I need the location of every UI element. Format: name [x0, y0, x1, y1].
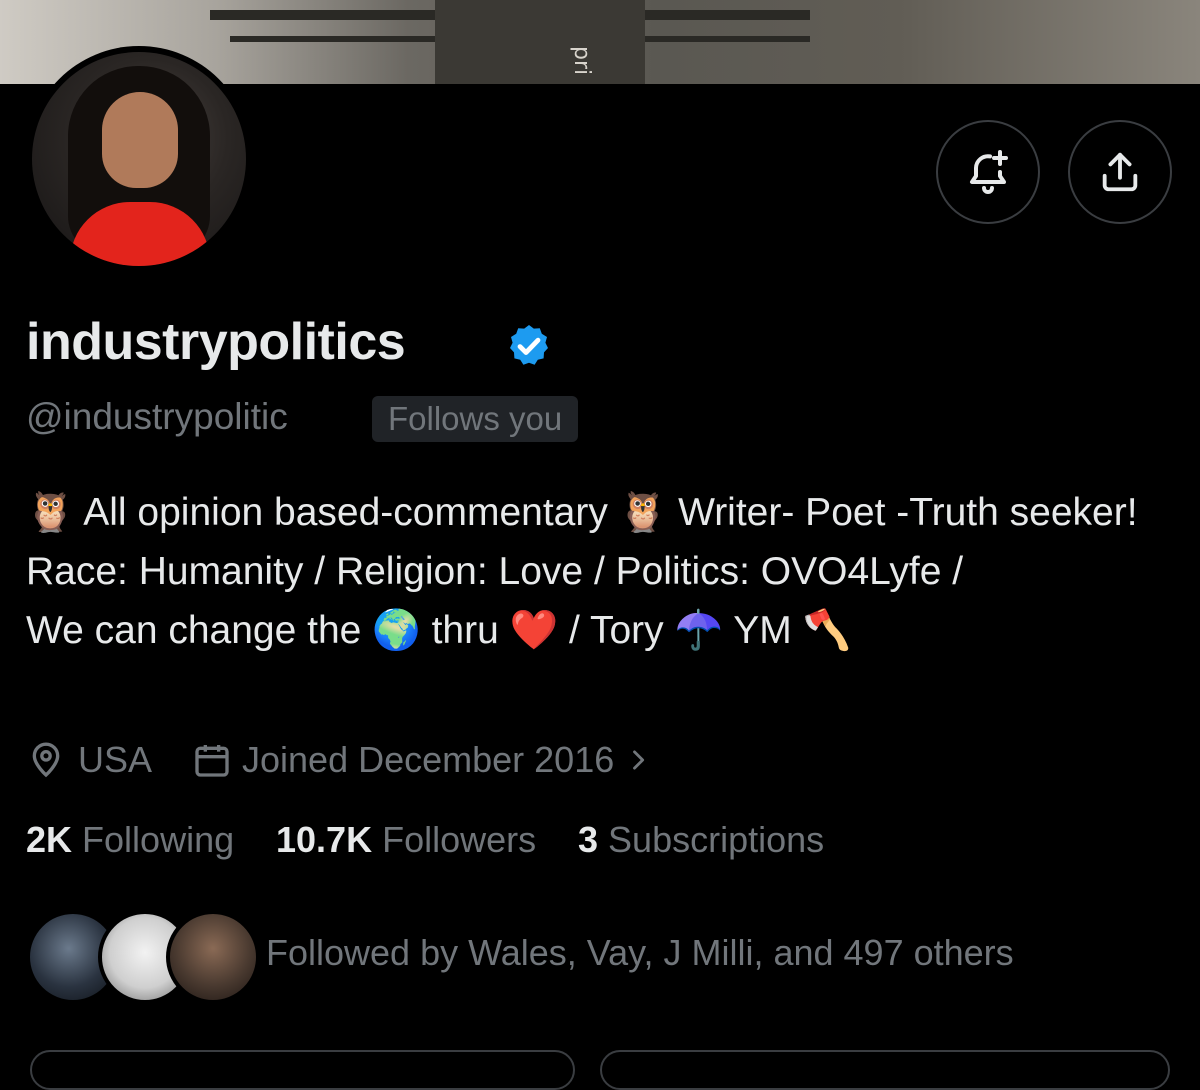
location-pin-icon [32, 742, 60, 778]
axe-emoji: 🪓 [802, 608, 852, 653]
subscriptions-count: 3 [578, 819, 599, 860]
owl-emoji: 🦉 [618, 490, 668, 535]
bell-plus-icon [970, 150, 1008, 194]
followers-label: Followers [382, 819, 537, 860]
bio-text: Race: Humanity / Religion: Love / Politi… [26, 550, 964, 593]
verified-badge-icon[interactable] [505, 322, 553, 370]
location-item: USA [26, 736, 152, 784]
subscriptions-label: Subscriptions [608, 819, 825, 860]
profile-bio: 🦉 All opinion based-commentary 🦉 Writer-… [26, 483, 1166, 660]
globe-emoji: 🌍 [372, 608, 421, 653]
joined-item[interactable]: Joined December 2016 [192, 736, 652, 784]
location-text: USA [78, 739, 153, 780]
profile-tab-pill[interactable] [600, 1050, 1170, 1090]
notify-button[interactable] [936, 120, 1040, 224]
joined-text: Joined December 2016 [242, 739, 615, 780]
profile-avatar[interactable] [26, 46, 252, 272]
heart-emoji: ❤️ [509, 608, 559, 653]
avatar-photo [32, 52, 246, 266]
bio-text: / Tory [558, 609, 675, 652]
following-stat[interactable]: 2K Following [26, 814, 234, 866]
bio-text: YM [723, 609, 803, 652]
bio-text: Writer- Poet -Truth seeker! [667, 491, 1138, 534]
display-name: industrypolitics [26, 313, 406, 371]
umbrella-emoji: ☂️ [674, 608, 724, 653]
calendar-icon [195, 745, 229, 777]
subscriptions-stat[interactable]: 3 Subscriptions [578, 814, 824, 866]
banner-box-label: pri [569, 46, 594, 76]
following-count: 2K [26, 819, 73, 860]
chevron-right-icon [633, 750, 645, 770]
owl-emoji: 🦉 [26, 490, 75, 535]
follows-you-badge: Follows you [372, 396, 579, 442]
profile-handle: @industrypolitic [26, 396, 288, 437]
share-button[interactable] [1068, 120, 1172, 224]
followed-by-text: Followed by Wales, Vay, J Milli, and 497… [266, 932, 1014, 973]
following-label: Following [82, 819, 235, 860]
share-icon [1102, 152, 1138, 192]
bio-text: We can change the [26, 609, 373, 652]
follower-avatar [166, 910, 260, 1004]
banner-box [435, 0, 645, 84]
bio-text: thru [420, 609, 510, 652]
followed-by-row[interactable]: Followed by Wales, Vay, J Milli, and 497… [26, 910, 1176, 1004]
avatar-face [102, 92, 178, 188]
bio-text: All opinion based-commentary [74, 491, 619, 534]
followers-stat[interactable]: 10.7K Followers [276, 814, 536, 866]
followers-count: 10.7K [276, 819, 373, 860]
profile-tab-pill[interactable] [30, 1050, 575, 1090]
